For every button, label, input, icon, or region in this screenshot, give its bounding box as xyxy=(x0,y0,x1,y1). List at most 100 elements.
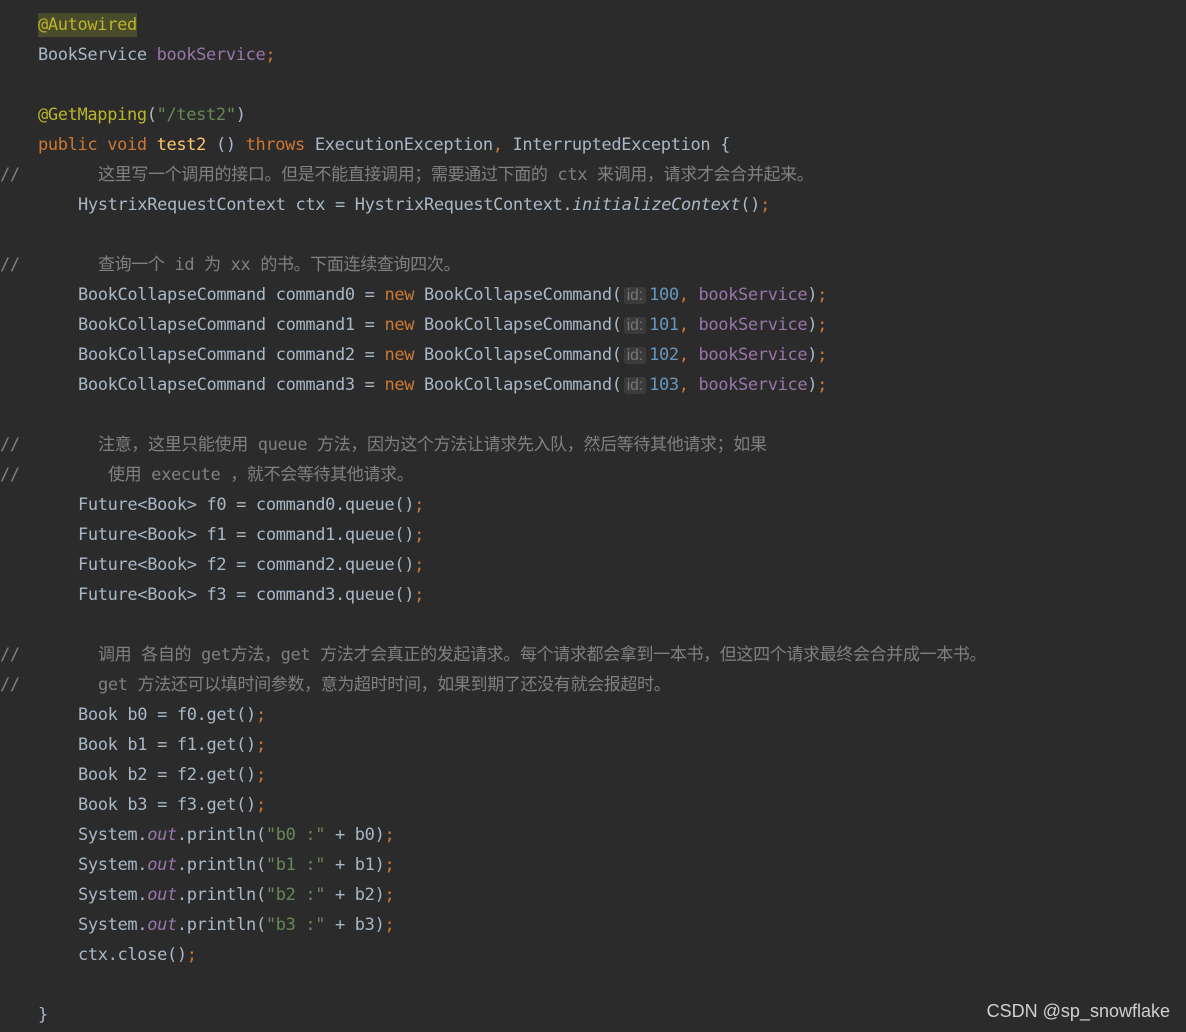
code-text: BookCollapseCommand command1 = xyxy=(78,315,385,335)
keyword-token: ; xyxy=(255,735,266,755)
code-text: Future<Book> f0 = command0.queue() xyxy=(78,495,415,515)
code-line[interactable]: BookCollapseCommand command3 = new BookC… xyxy=(0,370,1186,400)
code-text: ) xyxy=(807,285,818,305)
code-line[interactable]: HystrixRequestContext ctx = HystrixReque… xyxy=(0,190,1186,220)
code-line[interactable] xyxy=(0,610,1186,640)
code-editor[interactable]: @Autowired BookService bookService; @GetMa… xyxy=(0,10,1186,1030)
code-content: Future<Book> f3 = command3.queue(); xyxy=(78,580,424,610)
static-field-token: out xyxy=(147,825,177,845)
code-content: Book b2 = f2.get(); xyxy=(78,760,266,790)
comment-text: 这里写一个调用的接口。但是不能直接调用；需要通过下面的 ctx 来调用，请求才会… xyxy=(98,165,814,185)
parameter-hint: id: xyxy=(623,377,647,394)
comment-text: 注意，这里只能使用 queue 方法，因为这个方法让请求先入队，然后等待其他请求… xyxy=(98,435,767,455)
comment-marker: // xyxy=(0,645,20,665)
code-text: BookCollapseCommand( xyxy=(423,285,622,305)
code-line[interactable]: BookService bookService; xyxy=(0,40,1186,70)
keyword-token: throws xyxy=(245,135,315,155)
code-line[interactable]: @GetMapping("/test2") xyxy=(0,100,1186,130)
code-line[interactable]: // 调用 各自的 get方法，get 方法才会真正的发起请求。每个请求都会拿到一… xyxy=(0,640,1186,670)
code-line[interactable]: System.out.println("b3 :" + b3); xyxy=(0,910,1186,940)
keyword-token: ; xyxy=(817,345,828,365)
code-text: () xyxy=(215,135,246,155)
code-line[interactable]: Future<Book> f0 = command0.queue(); xyxy=(0,490,1186,520)
code-line[interactable]: System.out.println("b2 :" + b2); xyxy=(0,880,1186,910)
code-line[interactable]: Future<Book> f3 = command3.queue(); xyxy=(0,580,1186,610)
code-text: Book b3 = f3.get() xyxy=(78,795,256,815)
code-text: ) xyxy=(807,345,818,365)
comment-marker: // xyxy=(0,165,20,185)
code-line[interactable]: System.out.println("b1 :" + b1); xyxy=(0,850,1186,880)
code-content: Future<Book> f0 = command0.queue(); xyxy=(78,490,424,520)
code-text: ) xyxy=(807,315,818,335)
comment-text: 查询一个 id 为 xx 的书。下面连续查询四次。 xyxy=(98,255,461,275)
keyword-token: ; xyxy=(384,915,395,935)
code-line[interactable] xyxy=(0,70,1186,100)
code-line[interactable]: BookCollapseCommand command2 = new BookC… xyxy=(0,340,1186,370)
keyword-token: new xyxy=(384,345,424,365)
code-text: BookCollapseCommand command2 = xyxy=(78,345,385,365)
number-literal: 102 xyxy=(649,345,679,365)
code-content: 使用 execute ，就不会等待其他请求。 xyxy=(108,460,414,490)
code-content: BookCollapseCommand command1 = new BookC… xyxy=(78,310,827,341)
parameter-hint: id: xyxy=(623,347,647,364)
code-line[interactable]: Book b1 = f1.get(); xyxy=(0,730,1186,760)
keyword-token: ; xyxy=(414,585,424,605)
number-literal: 101 xyxy=(649,315,679,335)
code-text: Future<Book> f3 = command3.queue() xyxy=(78,585,415,605)
keyword-token: ; xyxy=(186,945,197,965)
code-content: Book b1 = f1.get(); xyxy=(78,730,266,760)
code-text: ExecutionException xyxy=(314,135,493,155)
keyword-token: ; xyxy=(414,525,424,545)
code-line[interactable] xyxy=(0,970,1186,1000)
code-text: ctx.close() xyxy=(78,945,187,965)
code-text: BookCollapseCommand( xyxy=(423,375,622,395)
code-text: () xyxy=(740,195,761,215)
code-text: BookCollapseCommand command0 = xyxy=(78,285,385,305)
keyword-token: ; xyxy=(414,555,424,575)
code-content: System.out.println("b1 :" + b1); xyxy=(78,850,395,880)
static-field-token: out xyxy=(147,885,177,905)
keyword-token: void xyxy=(107,135,157,155)
code-line[interactable]: Book b3 = f3.get(); xyxy=(0,790,1186,820)
code-line[interactable]: Book b0 = f0.get(); xyxy=(0,700,1186,730)
field-token: bookService xyxy=(698,375,808,395)
code-line[interactable]: Future<Book> f1 = command1.queue(); xyxy=(0,520,1186,550)
code-line[interactable] xyxy=(0,220,1186,250)
code-line[interactable]: Future<Book> f2 = command2.queue(); xyxy=(0,550,1186,580)
field-token: bookService xyxy=(156,45,266,65)
code-line[interactable]: public void test2 () throws ExecutionExc… xyxy=(0,130,1186,160)
code-line[interactable]: BookCollapseCommand command1 = new BookC… xyxy=(0,310,1186,340)
code-line[interactable]: System.out.println("b0 :" + b0); xyxy=(0,820,1186,850)
code-line[interactable]: // 查询一个 id 为 xx 的书。下面连续查询四次。 xyxy=(0,250,1186,280)
code-line[interactable]: @Autowired xyxy=(0,10,1186,40)
keyword-token: ; xyxy=(817,315,828,335)
annotation-token: @Autowired xyxy=(38,13,137,37)
field-token: bookService xyxy=(698,285,808,305)
code-line[interactable]: // 注意，这里只能使用 queue 方法，因为这个方法让请求先入队，然后等待其他… xyxy=(0,430,1186,460)
keyword-token: ; xyxy=(384,885,395,905)
method-name-token: test2 xyxy=(156,135,216,155)
code-line[interactable]: // get 方法还可以填时间参数，意为超时时间，如果到期了还没有就会报超时。 xyxy=(0,670,1186,700)
code-line[interactable]: ctx.close(); xyxy=(0,940,1186,970)
parameter-hint: id: xyxy=(623,287,647,304)
code-content: get 方法还可以填时间参数，意为超时时间，如果到期了还没有就会报超时。 xyxy=(98,670,671,700)
string-literal: "b0 :" xyxy=(265,825,326,845)
code-text: + b2) xyxy=(325,885,385,905)
code-text: } xyxy=(38,1005,48,1025)
code-line[interactable]: BookCollapseCommand command0 = new BookC… xyxy=(0,280,1186,310)
code-line[interactable]: // 使用 execute ，就不会等待其他请求。 xyxy=(0,460,1186,490)
string-literal: "b2 :" xyxy=(265,885,326,905)
code-text: BookCollapseCommand command3 = xyxy=(78,375,385,395)
code-content: @Autowired xyxy=(38,10,137,40)
keyword-token: , xyxy=(678,345,699,365)
comment-marker: // xyxy=(0,675,20,695)
code-content: System.out.println("b3 :" + b3); xyxy=(78,910,395,940)
string-literal: "b1 :" xyxy=(265,855,326,875)
comment-text: 使用 execute ，就不会等待其他请求。 xyxy=(108,465,414,485)
code-line[interactable] xyxy=(0,400,1186,430)
keyword-token: new xyxy=(384,315,424,335)
code-content: 调用 各自的 get方法，get 方法才会真正的发起请求。每个请求都会拿到一本书… xyxy=(98,640,987,670)
code-text: System. xyxy=(78,825,148,845)
code-line[interactable]: Book b2 = f2.get(); xyxy=(0,760,1186,790)
code-line[interactable]: // 这里写一个调用的接口。但是不能直接调用；需要通过下面的 ctx 来调用，请求… xyxy=(0,160,1186,190)
